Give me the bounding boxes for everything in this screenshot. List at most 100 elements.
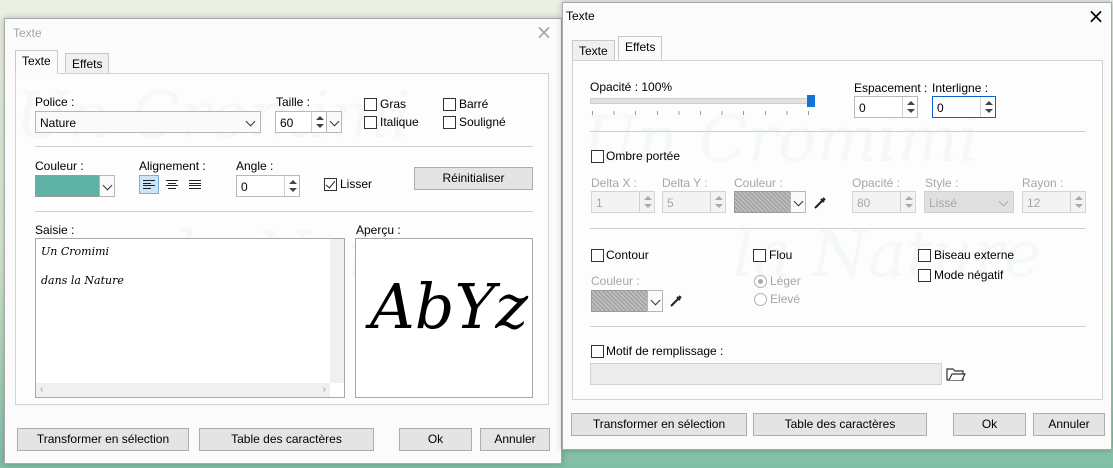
text-dialog-texte: Un Cromimi la Nature Texte × Texte Effet… [4, 18, 562, 464]
annuler-button[interactable]: Annuler [480, 428, 550, 451]
couleur-dropdown[interactable] [99, 175, 115, 197]
ombre-checkbox[interactable] [591, 150, 604, 163]
tab-effets[interactable]: Effets [65, 53, 110, 74]
opacite-label: Opacité : 100% [590, 80, 673, 94]
tab-effets[interactable]: Effets [618, 36, 663, 60]
flou-checkbox[interactable] [753, 249, 766, 262]
style-label: Style : [925, 176, 959, 190]
vertical-scrollbar[interactable] [330, 239, 344, 383]
italique-label: Italique [380, 115, 419, 129]
close-icon[interactable]: × [1081, 5, 1111, 29]
rayon-spinner[interactable]: 12 [1022, 191, 1086, 213]
eleve-label: Elevé [770, 292, 801, 306]
saisie-line: Un Cromimi [41, 245, 110, 258]
espacement-label: Espacement : [854, 81, 928, 95]
taille-spinner[interactable]: 60 [275, 111, 327, 133]
opacite-ombre-spinner[interactable]: 80 [852, 191, 916, 213]
police-select[interactable]: Nature [35, 111, 261, 133]
apercu-preview: AbYz [355, 238, 533, 398]
horizontal-scrollbar[interactable]: ‹ › [36, 383, 330, 397]
delta-x-spinner[interactable]: 1 [591, 191, 655, 213]
spinner-buttons[interactable] [902, 97, 917, 117]
espacement-spinner[interactable]: 0 [854, 96, 918, 118]
contour-label: Contour [606, 248, 649, 262]
saisie-label: Saisie : [35, 223, 75, 237]
espacement-value: 0 [859, 101, 866, 115]
italique-checkbox[interactable] [364, 116, 377, 129]
eyedropper-icon[interactable] [812, 195, 828, 211]
title-bar: Texte × [5, 19, 561, 47]
interligne-label: Interligne : [932, 81, 989, 95]
spinner-buttons[interactable] [311, 112, 326, 132]
motif-path-field[interactable] [590, 363, 942, 385]
table-caracteres-button[interactable]: Table des caractères [753, 413, 927, 436]
opacite-ombre-value: 80 [857, 196, 871, 210]
angle-value: 0 [241, 180, 248, 194]
divider [590, 131, 1086, 132]
style-select[interactable]: Lissé [924, 191, 1014, 213]
biseau-label: Biseau externe [934, 248, 1015, 262]
barre-checkbox[interactable] [443, 98, 456, 111]
police-label: Police : [35, 95, 75, 109]
align-center-icon[interactable] [162, 175, 182, 194]
angle-spinner[interactable]: 0 [236, 175, 300, 197]
delta-x-label: Delta X : [591, 176, 638, 190]
taille-value: 60 [280, 116, 294, 130]
align-justify-icon[interactable] [185, 175, 205, 194]
table-caracteres-button[interactable]: Table des caractères [199, 428, 374, 451]
contour-couleur-label: Couleur : [591, 274, 640, 288]
negatif-checkbox[interactable] [918, 269, 931, 282]
couleur-label: Couleur : [35, 159, 84, 173]
contour-couleur-dropdown[interactable] [647, 290, 663, 312]
style-value: Lissé [929, 196, 958, 210]
ok-button[interactable]: Ok [953, 413, 1026, 436]
apercu-label: Aperçu : [356, 223, 401, 237]
alignement-label: Alignement : [139, 159, 206, 173]
angle-label: Angle : [236, 159, 274, 173]
spinner-buttons[interactable] [980, 97, 995, 117]
souligne-checkbox[interactable] [443, 116, 456, 129]
align-left-icon[interactable] [139, 175, 159, 194]
opacite-slider-thumb[interactable] [807, 95, 815, 107]
close-icon[interactable]: × [529, 21, 559, 45]
interligne-spinner[interactable]: 0 [932, 96, 996, 118]
transformer-button[interactable]: Transformer en sélection [17, 428, 189, 451]
divider [35, 146, 533, 147]
annuler-button[interactable]: Annuler [1033, 413, 1105, 436]
motif-label: Motif de remplissage : [606, 344, 724, 358]
leger-label: Léger [770, 274, 801, 288]
delta-y-value: 5 [667, 196, 674, 210]
taille-label: Taille : [276, 95, 311, 109]
police-value: Nature [40, 116, 77, 130]
saisie-textarea[interactable]: Un Cromimi dans la Nature ‹ › [35, 238, 345, 398]
folder-open-icon[interactable] [946, 366, 966, 382]
ombre-couleur-dropdown[interactable] [790, 191, 806, 213]
eyedropper-icon[interactable] [668, 293, 684, 309]
lisser-checkbox[interactable] [324, 178, 337, 191]
contour-checkbox[interactable] [591, 249, 604, 262]
transformer-button[interactable]: Transformer en sélection [571, 413, 747, 436]
taille-dropdown[interactable] [326, 111, 342, 133]
delta-y-spinner[interactable]: 5 [662, 191, 726, 213]
eleve-radio[interactable] [754, 293, 767, 306]
negatif-label: Mode négatif [934, 268, 1004, 282]
tab-texte[interactable]: Texte [15, 50, 58, 74]
spinner-buttons[interactable] [284, 176, 299, 196]
couleur-label: Couleur : [734, 176, 783, 190]
divider [35, 211, 533, 212]
gras-checkbox[interactable] [364, 98, 377, 111]
rayon-value: 12 [1027, 196, 1041, 210]
motif-checkbox[interactable] [591, 345, 604, 358]
opacite-ombre-label: Opacité : [852, 176, 901, 190]
opacite-slider-track[interactable] [590, 98, 812, 104]
delta-x-value: 1 [596, 196, 603, 210]
leger-radio[interactable] [754, 275, 767, 288]
delta-y-label: Delta Y : [662, 176, 708, 190]
ok-button[interactable]: Ok [399, 428, 472, 451]
window-title: Texte [13, 26, 42, 40]
reinitialiser-button[interactable]: Réinitialiser [414, 167, 533, 190]
saisie-line: dans la Nature [41, 274, 124, 287]
tab-texte[interactable]: Texte [572, 40, 615, 61]
ombre-label: Ombre portée [606, 149, 681, 163]
biseau-checkbox[interactable] [918, 249, 931, 262]
